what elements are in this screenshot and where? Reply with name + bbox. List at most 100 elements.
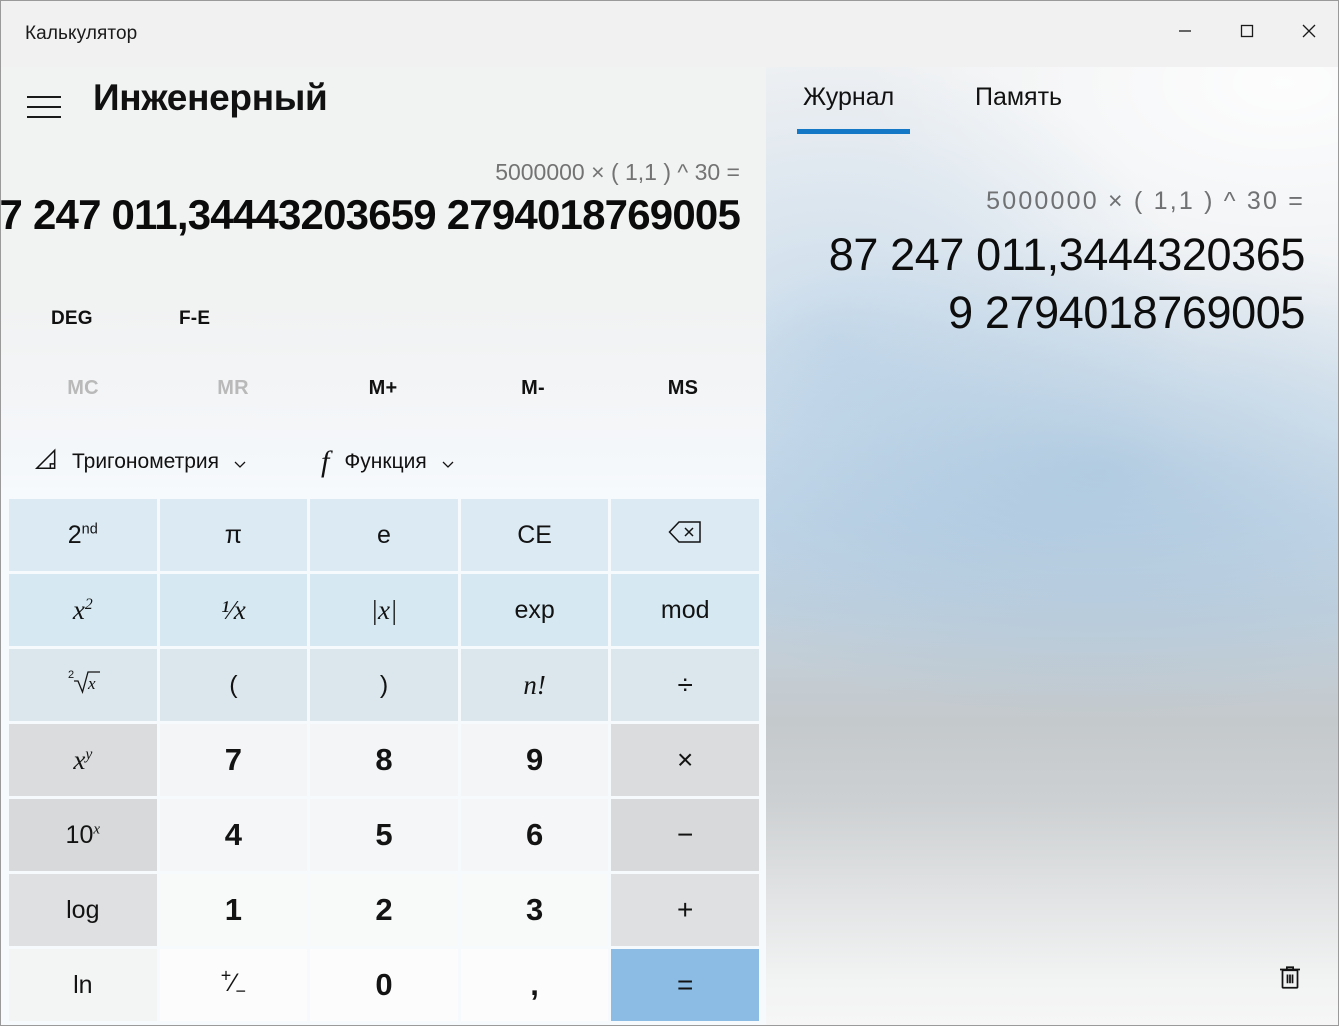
digit-3-button[interactable]: 3: [460, 874, 609, 946]
square-button[interactable]: x2: [9, 574, 157, 646]
open-parenthesis-label: (: [229, 670, 238, 699]
digit-4-label: 4: [224, 817, 243, 852]
digit-7-label: 7: [224, 742, 243, 777]
memory-clear-label: MC: [67, 376, 99, 399]
divide-button[interactable]: ÷: [611, 649, 759, 721]
subtract-label: −: [677, 819, 694, 850]
digit-2-label: 2: [375, 892, 393, 927]
minimize-button[interactable]: [1154, 1, 1216, 61]
ln-button[interactable]: ln: [9, 949, 157, 1021]
display-expression: 5000000 × ( 1,1 ) ^ 30 =: [495, 159, 740, 185]
exp-button[interactable]: exp: [460, 574, 609, 646]
angle-notation-toggles: DEG F-E: [1, 297, 766, 343]
absolute-value-button[interactable]: |x|: [310, 574, 458, 646]
log-label: log: [66, 895, 100, 924]
active-tab-indicator: [797, 129, 910, 134]
function-dropdown[interactable]: f Функция: [311, 437, 466, 487]
factorial-button[interactable]: n!: [460, 649, 609, 721]
memory-recall-label: MR: [217, 376, 249, 399]
keypad: 2nd π e CE x2 ¹⁄x |x| exp mod 2 x () n!…: [9, 499, 759, 1021]
memory-subtract-button[interactable]: M-: [463, 365, 603, 411]
history-item[interactable]: 5000000 × ( 1,1 ) ^ 30 = 87 247 011,3444…: [805, 187, 1306, 341]
clear-entry-label: CE: [517, 520, 552, 549]
digit-2-button[interactable]: 2: [310, 874, 458, 946]
digit-8-label: 8: [375, 742, 393, 777]
decimal-separator-button[interactable]: ,: [460, 949, 609, 1021]
memory-add-button[interactable]: M+: [313, 365, 453, 411]
pi-button[interactable]: π: [159, 499, 308, 571]
close-parenthesis-label: ): [379, 670, 389, 699]
panel-tabs: Журнал Память: [766, 83, 1338, 143]
function-f-icon: f: [321, 445, 330, 478]
calculator-display: 5000000 × ( 1,1 ) ^ 30 = 87 247 011,3444…: [1, 151, 766, 291]
display-result: 87 247 011,34443203659 2794018769005: [0, 191, 741, 238]
digit-6-label: 6: [525, 817, 544, 852]
deg-toggle-label: DEG: [51, 308, 93, 329]
digit-0-label: 0: [375, 967, 393, 1002]
digit-9-button[interactable]: 9: [460, 724, 609, 796]
memory-clear-button[interactable]: MC: [13, 365, 153, 411]
square-root-button[interactable]: 2 x: [9, 649, 157, 721]
memory-add-label: M+: [368, 376, 398, 399]
ln-label: ln: [73, 970, 93, 999]
clear-history-button[interactable]: [1264, 953, 1316, 1005]
subtract-button[interactable]: −: [611, 799, 759, 871]
memory-store-label: MS: [667, 376, 699, 399]
trash-icon: [1275, 962, 1305, 997]
maximize-button[interactable]: [1216, 1, 1278, 61]
reciprocal-label: ¹⁄x: [221, 594, 246, 625]
digit-9-label: 9: [525, 742, 544, 777]
square-root-label: 2 x: [61, 665, 105, 706]
svg-text:2: 2: [68, 669, 74, 681]
close-button[interactable]: [1278, 1, 1338, 61]
mod-label: mod: [660, 595, 710, 624]
hamburger-menu-icon[interactable]: [25, 91, 63, 123]
digit-6-button[interactable]: 6: [460, 799, 609, 871]
digit-7-button[interactable]: 7: [159, 724, 308, 796]
negate-button[interactable]: +⁄−: [159, 949, 308, 1021]
chevron-down-icon: [440, 454, 456, 470]
add-label: +: [677, 894, 694, 925]
equals-button[interactable]: =: [611, 949, 759, 1021]
window-title: Калькулятор: [25, 23, 138, 44]
add-button[interactable]: +: [611, 874, 759, 946]
tab-journal-label: Журнал: [803, 83, 895, 111]
exp-label: exp: [514, 595, 555, 624]
reciprocal-button[interactable]: ¹⁄x: [159, 574, 308, 646]
memory-recall-button[interactable]: MR: [163, 365, 303, 411]
trigonometry-label: Тригонометрия: [72, 450, 220, 473]
chevron-down-icon: [232, 454, 248, 470]
mod-button[interactable]: mod: [611, 574, 759, 646]
digit-1-button[interactable]: 1: [159, 874, 308, 946]
trigonometry-dropdown[interactable]: Тригонометрия: [23, 437, 258, 487]
second-function-button[interactable]: 2nd: [9, 499, 157, 571]
close-parenthesis-button[interactable]: ): [310, 649, 458, 721]
fe-toggle[interactable]: F-E: [169, 297, 220, 341]
digit-3-label: 3: [525, 892, 544, 927]
backspace-button[interactable]: [611, 499, 759, 571]
ten-power-button[interactable]: 10x: [9, 799, 157, 871]
multiply-button[interactable]: ×: [611, 724, 759, 796]
history-result: 87 247 011,34443203659 2794018769005: [805, 226, 1306, 341]
power-button[interactable]: xy: [9, 724, 157, 796]
euler-button[interactable]: e: [310, 499, 458, 571]
maximize-icon: [1236, 20, 1258, 42]
history-memory-panel: Журнал Память 5000000 × ( 1,1 ) ^ 30 = 8…: [766, 1, 1338, 1025]
second-function-label: 2nd: [67, 520, 98, 549]
tab-memory[interactable]: Память: [969, 83, 1068, 139]
square-label: x2: [72, 594, 93, 625]
fe-toggle-label: F-E: [179, 308, 211, 329]
mode-header: Инженерный: [1, 77, 766, 137]
digit-5-button[interactable]: 5: [310, 799, 458, 871]
log-button[interactable]: log: [9, 874, 157, 946]
close-icon: [1298, 20, 1320, 42]
digit-4-button[interactable]: 4: [159, 799, 308, 871]
deg-toggle[interactable]: DEG: [41, 297, 103, 341]
digit-8-button[interactable]: 8: [310, 724, 458, 796]
open-parenthesis-button[interactable]: (: [159, 649, 308, 721]
negate-label: +⁄−: [220, 965, 246, 1001]
calculator-window: Журнал Память 5000000 × ( 1,1 ) ^ 30 = 8…: [0, 0, 1339, 1026]
memory-store-button[interactable]: MS: [613, 365, 753, 411]
clear-entry-button[interactable]: CE: [460, 499, 609, 571]
digit-0-button[interactable]: 0: [310, 949, 458, 1021]
